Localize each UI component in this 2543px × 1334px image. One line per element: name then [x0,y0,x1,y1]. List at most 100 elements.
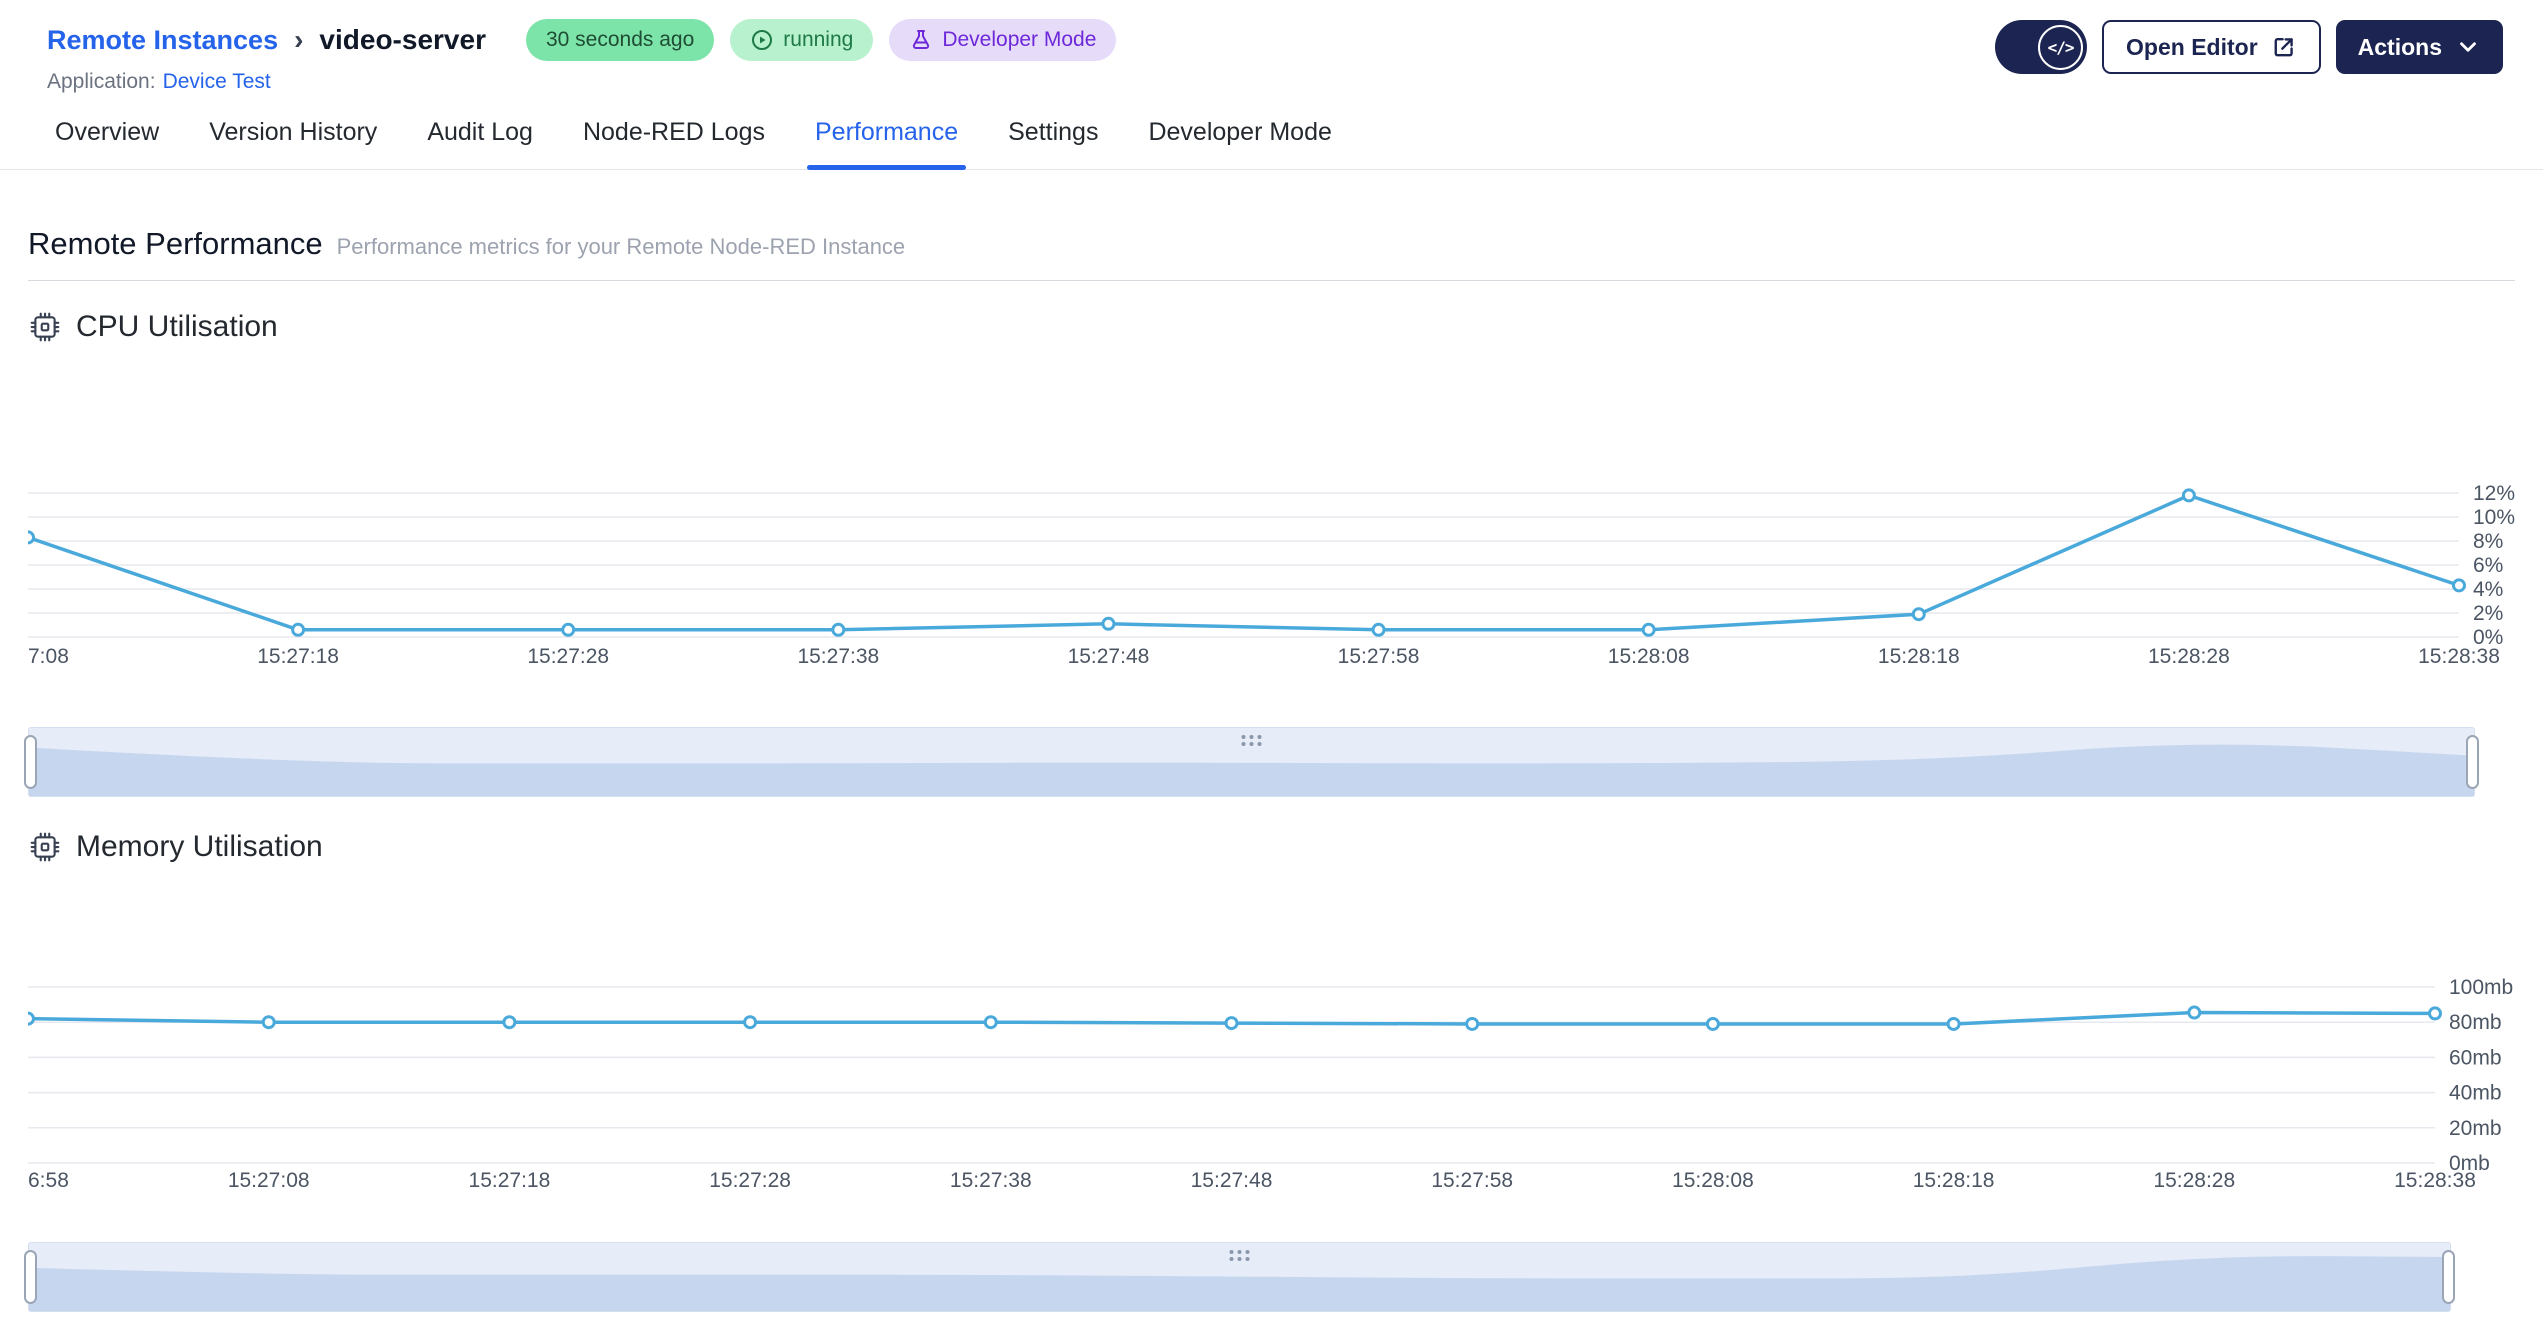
data-point [831,622,846,637]
developer-mode-badge-label: Developer Mode [942,28,1097,51]
y-tick-label: 12% [2473,482,2515,505]
last-seen-badge: 30 seconds ago [525,19,715,61]
memory-utilisation-range-brush[interactable] [24,1242,2455,1312]
y-tick-label: 20mb [2449,1117,2502,1140]
breadcrumb: Remote Instances › video-server 30 secon… [47,18,1117,62]
application-row: Application: Device Test [47,70,1116,94]
data-point [1705,1016,1720,1031]
x-tick-label: 15:27:58 [1431,1169,1513,1192]
y-tick-label: 10% [2473,506,2515,529]
actions-button[interactable]: Actions [2335,20,2503,74]
x-tick-label: 15:27:38 [797,645,879,668]
data-point [1371,622,1386,637]
chevron-down-icon [2460,42,2476,52]
cpu-utilisation-heading: CPU Utilisation [28,307,2515,347]
divider [28,280,2515,281]
data-point [2428,1006,2442,1021]
x-tick-label: 15:27:38 [950,1169,1032,1192]
cpu-utilisation-section: CPU Utilisation 0% 2% 4% 6% 8% 10% 12% 7:08 15:27… [24,307,2515,797]
status-badge-label: running [783,28,854,51]
x-tick-label: 15:28:28 [2153,1169,2235,1192]
x-tick-label: 15:28:18 [1913,1169,1995,1192]
play-circle-icon [752,30,773,50]
tab-node-red-logs[interactable]: Node-RED Logs [581,118,767,169]
x-tick-label: 15:27:08 [228,1169,310,1192]
data-point [743,1015,758,1030]
developer-mode-toggle[interactable]: </> [1995,20,2088,74]
data-point [1224,1016,1239,1031]
breadcrumb-chevron-icon: › [294,24,304,55]
application-link[interactable]: Device Test [163,70,271,94]
external-link-icon [2274,38,2293,57]
brush-left-handle[interactable] [24,1250,37,1304]
data-point [1465,1016,1480,1031]
data-point [28,1011,35,1026]
last-seen-badge-label: 30 seconds ago [545,28,695,51]
developer-mode-badge: Developer Mode [889,19,1117,61]
application-label: Application: [47,70,156,93]
x-tick-label: 15:27:48 [1191,1169,1273,1192]
brush-right-handle[interactable] [2442,1250,2455,1304]
header: Remote Instances › video-server 30 secon… [0,0,2543,94]
y-tick-label: 40mb [2449,1082,2502,1105]
data-point [1641,622,1656,637]
y-tick-label: 60mb [2449,1046,2502,1069]
y-tick-label: 6% [2473,554,2503,577]
actions-label: Actions [2357,33,2442,60]
tab-bar: Overview Version History Audit Log Node-RED… [0,100,2543,170]
memory-utilisation-chart: 0mb20mb40mb60mb80mb100mb6:58 15:27:08 15:2… [28,976,2513,1192]
data-point [2181,488,2196,503]
tab-performance[interactable]: Performance [806,118,967,170]
open-editor-button[interactable]: Open Editor [2102,20,2321,74]
data-point [561,622,576,637]
data-point [2452,578,2466,593]
brush-right-handle[interactable] [2466,735,2479,789]
x-tick-label: 15:27:28 [709,1169,791,1192]
data-point [1911,607,1926,622]
header-left: Remote Instances › video-server 30 secon… [47,18,1117,94]
tab-settings[interactable]: Settings [1006,118,1100,169]
cpu-chip-icon [30,312,60,342]
brush-grip-dots[interactable] [1229,1250,1250,1261]
brush-grip-dots[interactable] [1241,735,1262,746]
cpu-chip-icon [30,832,60,862]
page-subtitle: Performance metrics for your Remote Node… [336,234,906,259]
tab-version-history[interactable]: Version History [207,118,379,169]
section-title: Memory Utilisation [76,830,323,863]
data-point [1946,1016,1961,1031]
x-tick-label: 15:27:18 [257,645,339,668]
cpu-utilisation-chart: 0%2%4%6%8%10%12%7:08 15:27:18 15:27:28 15:2… [28,482,2515,668]
page-heading: Remote Performance Performance metrics f… [28,226,2515,262]
x-tick-label: 15:27:18 [469,1169,551,1192]
y-tick-label: 8% [2473,530,2503,553]
breadcrumb-remote-instances[interactable]: Remote Instances [47,25,278,56]
y-tick-label: 100mb [2449,976,2513,999]
x-tick-label: 15:28:18 [1878,645,1960,668]
section-title: CPU Utilisation [76,310,278,343]
header-actions: </> Open Editor Actions [1995,18,2503,74]
data-point [1101,616,1116,631]
data-point [2187,1005,2202,1020]
data-point [502,1015,517,1030]
y-tick-label: 4% [2473,578,2503,601]
page-title: Remote Performance [28,226,323,261]
x-tick-label: 15:27:28 [527,645,609,668]
x-tick-label: 15:28:08 [1608,645,1690,668]
tab-developer-mode[interactable]: Developer Mode [1146,118,1333,169]
brush-left-handle[interactable] [24,735,37,789]
cpu-utilisation-range-brush[interactable] [24,727,2479,797]
x-tick-label: 15:28:38 [2418,645,2500,668]
open-editor-label: Open Editor [2126,33,2258,60]
x-tick-label: 15:27:48 [1068,645,1150,668]
breadcrumb-instance-name: video-server [319,24,486,55]
flask-icon [913,30,930,49]
status-badge: running [730,19,874,61]
x-tick-label: 15:27:58 [1338,645,1420,668]
tab-audit-log[interactable]: Audit Log [425,118,535,169]
y-tick-label: 2% [2473,602,2503,625]
data-point [28,530,35,545]
x-tick-label: 15:28:38 [2394,1169,2476,1192]
series-line [28,493,2460,632]
x-tick-label: 15:28:08 [1672,1169,1754,1192]
tab-overview[interactable]: Overview [53,118,161,169]
